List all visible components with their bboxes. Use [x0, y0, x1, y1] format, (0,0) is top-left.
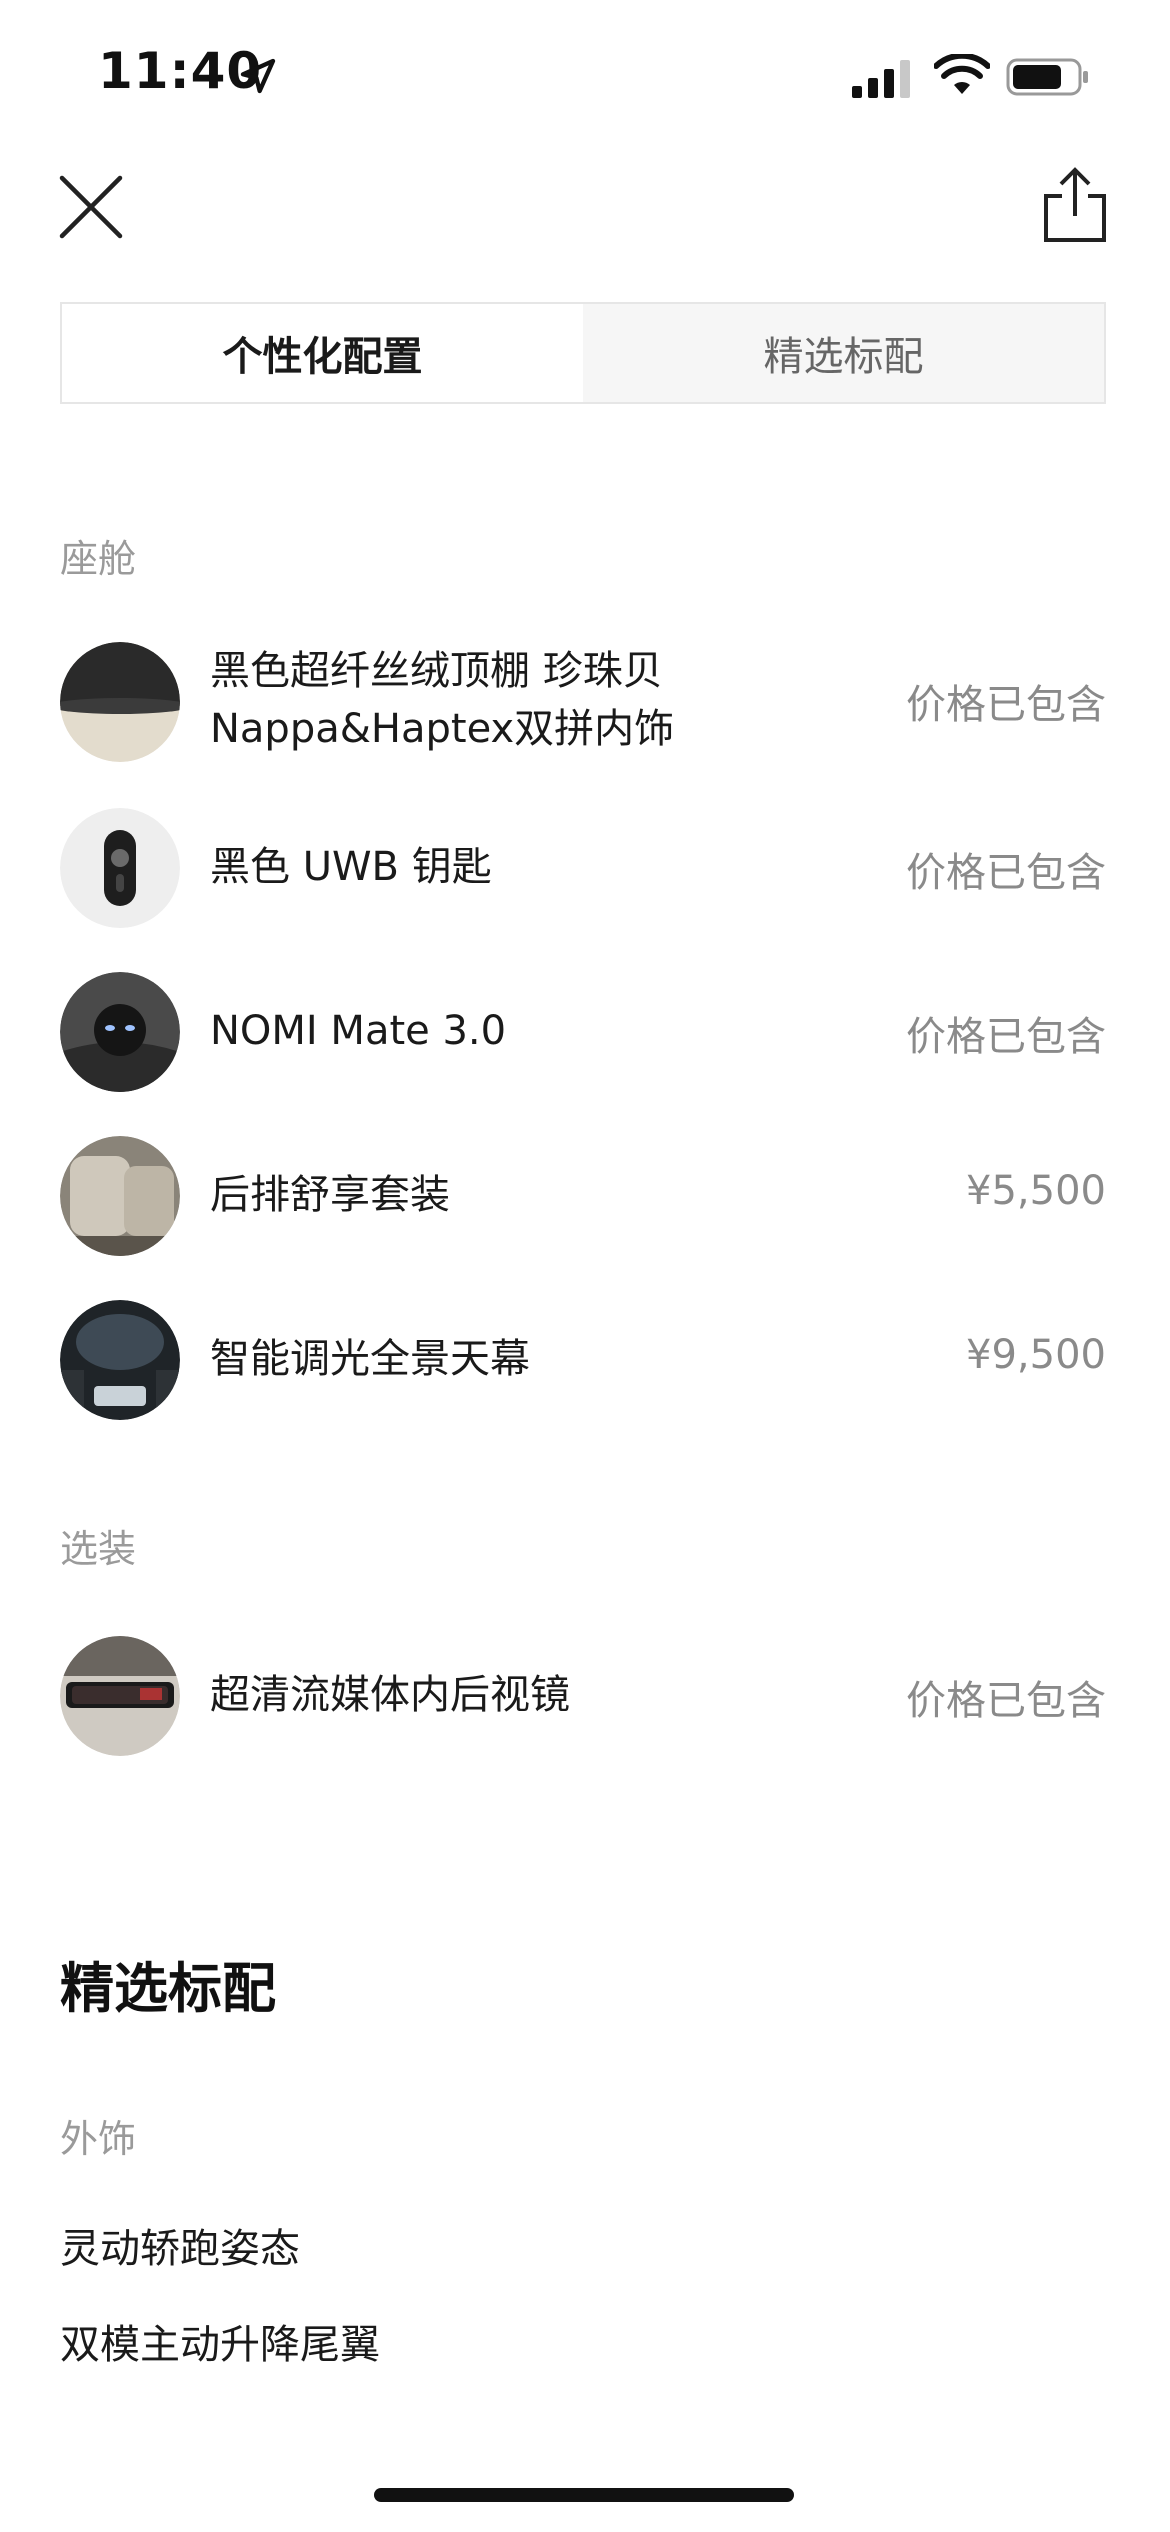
item-name: 黑色 UWB 钥匙 — [210, 844, 492, 890]
panoramic-roof-icon — [60, 1300, 180, 1420]
section-label-cabin: 座舱 — [60, 537, 137, 581]
rearview-mirror-icon — [60, 1636, 180, 1756]
item-price: ¥5,500 — [966, 1168, 1106, 1214]
list-item[interactable]: 黑色 UWB 钥匙 价格已包含 — [60, 808, 1106, 928]
tab-standard[interactable]: 精选标配 — [583, 304, 1104, 402]
config-tabs: 个性化配置 精选标配 — [60, 302, 1106, 404]
share-icon[interactable] — [1040, 166, 1110, 244]
interior-swatch-icon — [60, 642, 180, 762]
battery-icon — [1006, 58, 1088, 96]
list-item[interactable]: 黑色超纤丝绒顶棚 珍珠贝 Nappa&Haptex双拼内饰 价格已包含 — [60, 642, 1106, 762]
item-name: NOMI Mate 3.0 — [210, 1008, 507, 1054]
cellular-signal-icon — [852, 60, 910, 98]
list-item[interactable]: 超清流媒体内后视镜 价格已包含 — [60, 1636, 1106, 1756]
tab-personalized[interactable]: 个性化配置 — [62, 304, 583, 402]
item-name-line2: Nappa&Haptex双拼内饰 — [210, 706, 675, 752]
section-label-exterior: 外饰 — [60, 2117, 137, 2161]
item-name: 超清流媒体内后视镜 — [210, 1672, 570, 1718]
list-item[interactable]: 智能调光全景天幕 ¥9,500 — [60, 1300, 1106, 1420]
status-bar: 11:40 — [0, 0, 1170, 150]
key-fob-icon — [60, 808, 180, 928]
standard-item: 双模主动升降尾翼 — [60, 2322, 380, 2368]
item-price: 价格已包含 — [906, 850, 1106, 896]
item-name: 黑色超纤丝绒顶棚 珍珠贝 — [210, 648, 663, 694]
standard-item: 灵动轿跑姿态 — [60, 2226, 300, 2272]
list-item[interactable]: NOMI Mate 3.0 价格已包含 — [60, 972, 1106, 1092]
nomi-mate-icon — [60, 972, 180, 1092]
close-icon[interactable] — [56, 172, 126, 242]
location-arrow-icon — [240, 58, 276, 94]
section-label-optional: 选装 — [60, 1527, 137, 1571]
item-price: ¥9,500 — [966, 1332, 1106, 1378]
item-price: 价格已包含 — [906, 1014, 1106, 1060]
wifi-icon — [934, 54, 990, 94]
rear-seat-icon — [60, 1136, 180, 1256]
item-name: 智能调光全景天幕 — [210, 1336, 530, 1382]
item-price: 价格已包含 — [906, 682, 1106, 728]
home-indicator — [374, 2488, 794, 2502]
standard-title: 精选标配 — [60, 1957, 276, 2020]
item-name: 后排舒享套装 — [210, 1172, 450, 1218]
list-item[interactable]: 后排舒享套装 ¥5,500 — [60, 1136, 1106, 1256]
item-price: 价格已包含 — [906, 1678, 1106, 1724]
